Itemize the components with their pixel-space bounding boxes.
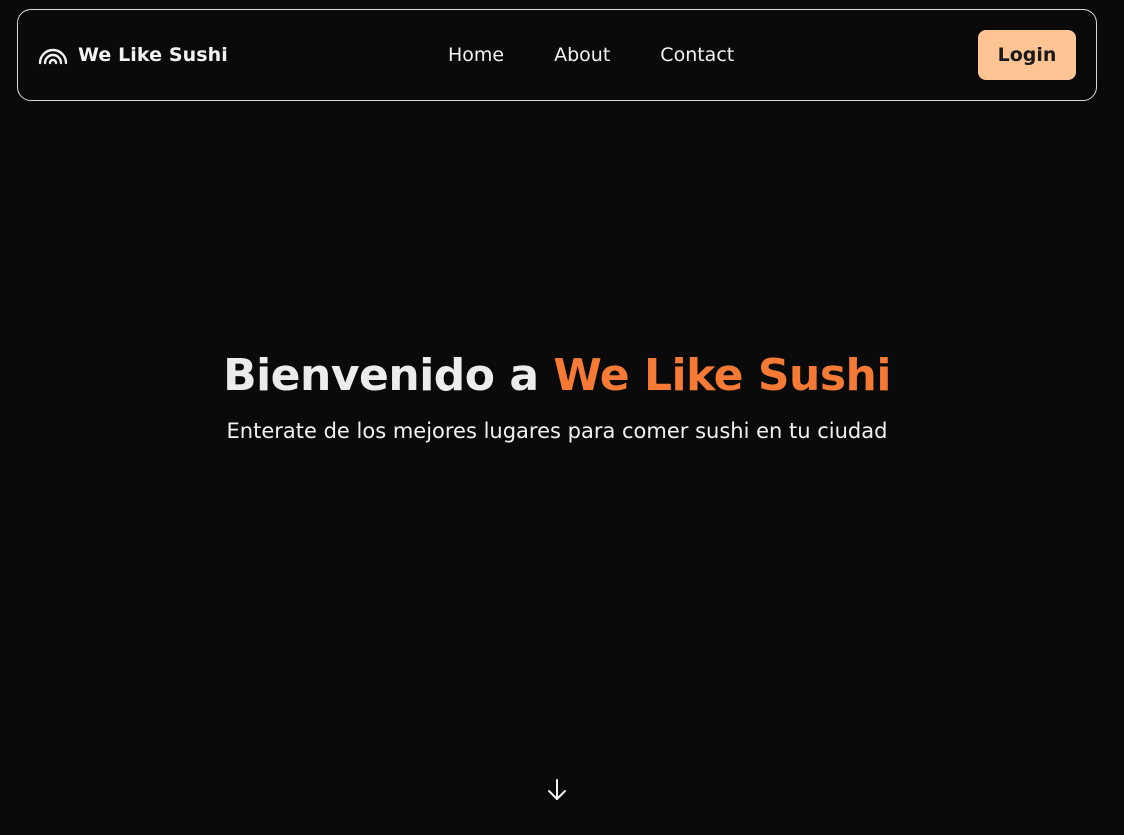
arrow-down-icon[interactable] — [545, 777, 569, 803]
hero-subtitle: Enterate de los mejores lugares para com… — [226, 419, 888, 443]
nav-links: Home About Contact — [448, 10, 734, 100]
nav-link-contact[interactable]: Contact — [660, 44, 734, 66]
rainbow-icon — [38, 45, 68, 65]
brand-name: We Like Sushi — [78, 44, 228, 66]
nav-link-about[interactable]: About — [554, 44, 610, 66]
hero-title: Bienvenido a We Like Sushi — [0, 345, 1114, 407]
hero-title-highlight: We Like Sushi — [553, 350, 891, 401]
hero-section: Bienvenido a We Like Sushi Enterate de l… — [0, 345, 1114, 443]
navbar: We Like Sushi Home About Contact Login — [17, 9, 1097, 101]
login-button[interactable]: Login — [978, 30, 1076, 80]
nav-link-home[interactable]: Home — [448, 44, 504, 66]
brand-logo[interactable]: We Like Sushi — [38, 10, 228, 100]
hero-title-prefix: Bienvenido a — [223, 350, 554, 401]
